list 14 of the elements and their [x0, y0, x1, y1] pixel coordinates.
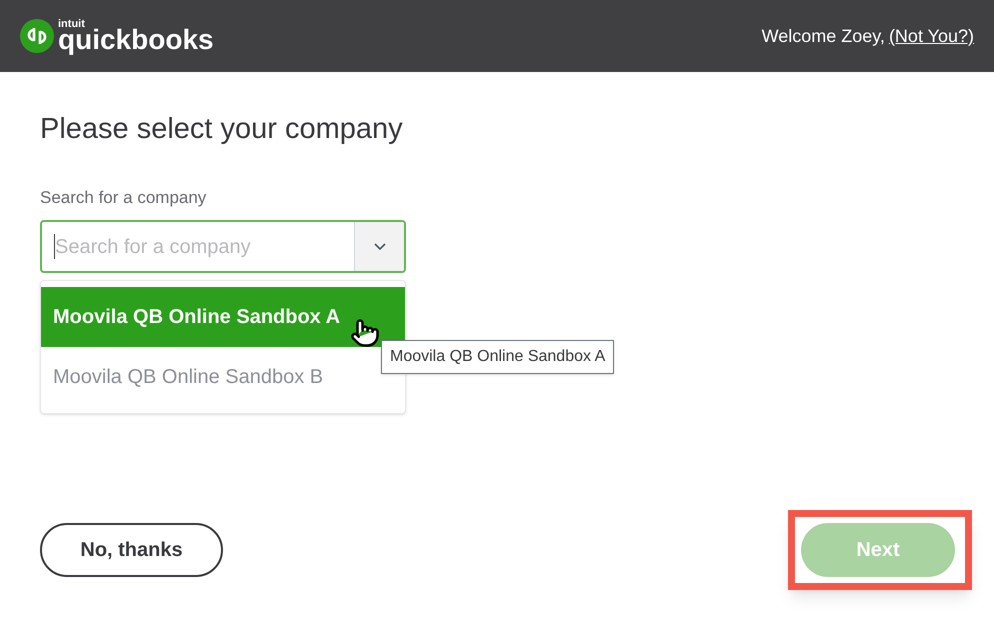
- logo-icon: [20, 19, 54, 53]
- page-title: Please select your company: [40, 112, 404, 147]
- hand-cursor-icon: [350, 318, 380, 348]
- tooltip: Moovila QB Online Sandbox A: [381, 340, 614, 374]
- search-label: Search for a company: [40, 186, 208, 208]
- search-input[interactable]: Search for a company: [54, 234, 354, 259]
- not-you-link[interactable]: (Not You?): [888, 22, 974, 50]
- no-thanks-button[interactable]: No, thanks: [40, 523, 223, 577]
- company-combobox[interactable]: Search for a company: [40, 220, 406, 273]
- welcome-text: Welcome Zoey,: [762, 25, 885, 48]
- dropdown-toggle[interactable]: [354, 222, 404, 271]
- chevron-down-icon: [374, 243, 386, 250]
- company-option[interactable]: Moovila QB Online Sandbox A: [41, 287, 405, 347]
- intuit-logo-text: intuit: [58, 18, 85, 30]
